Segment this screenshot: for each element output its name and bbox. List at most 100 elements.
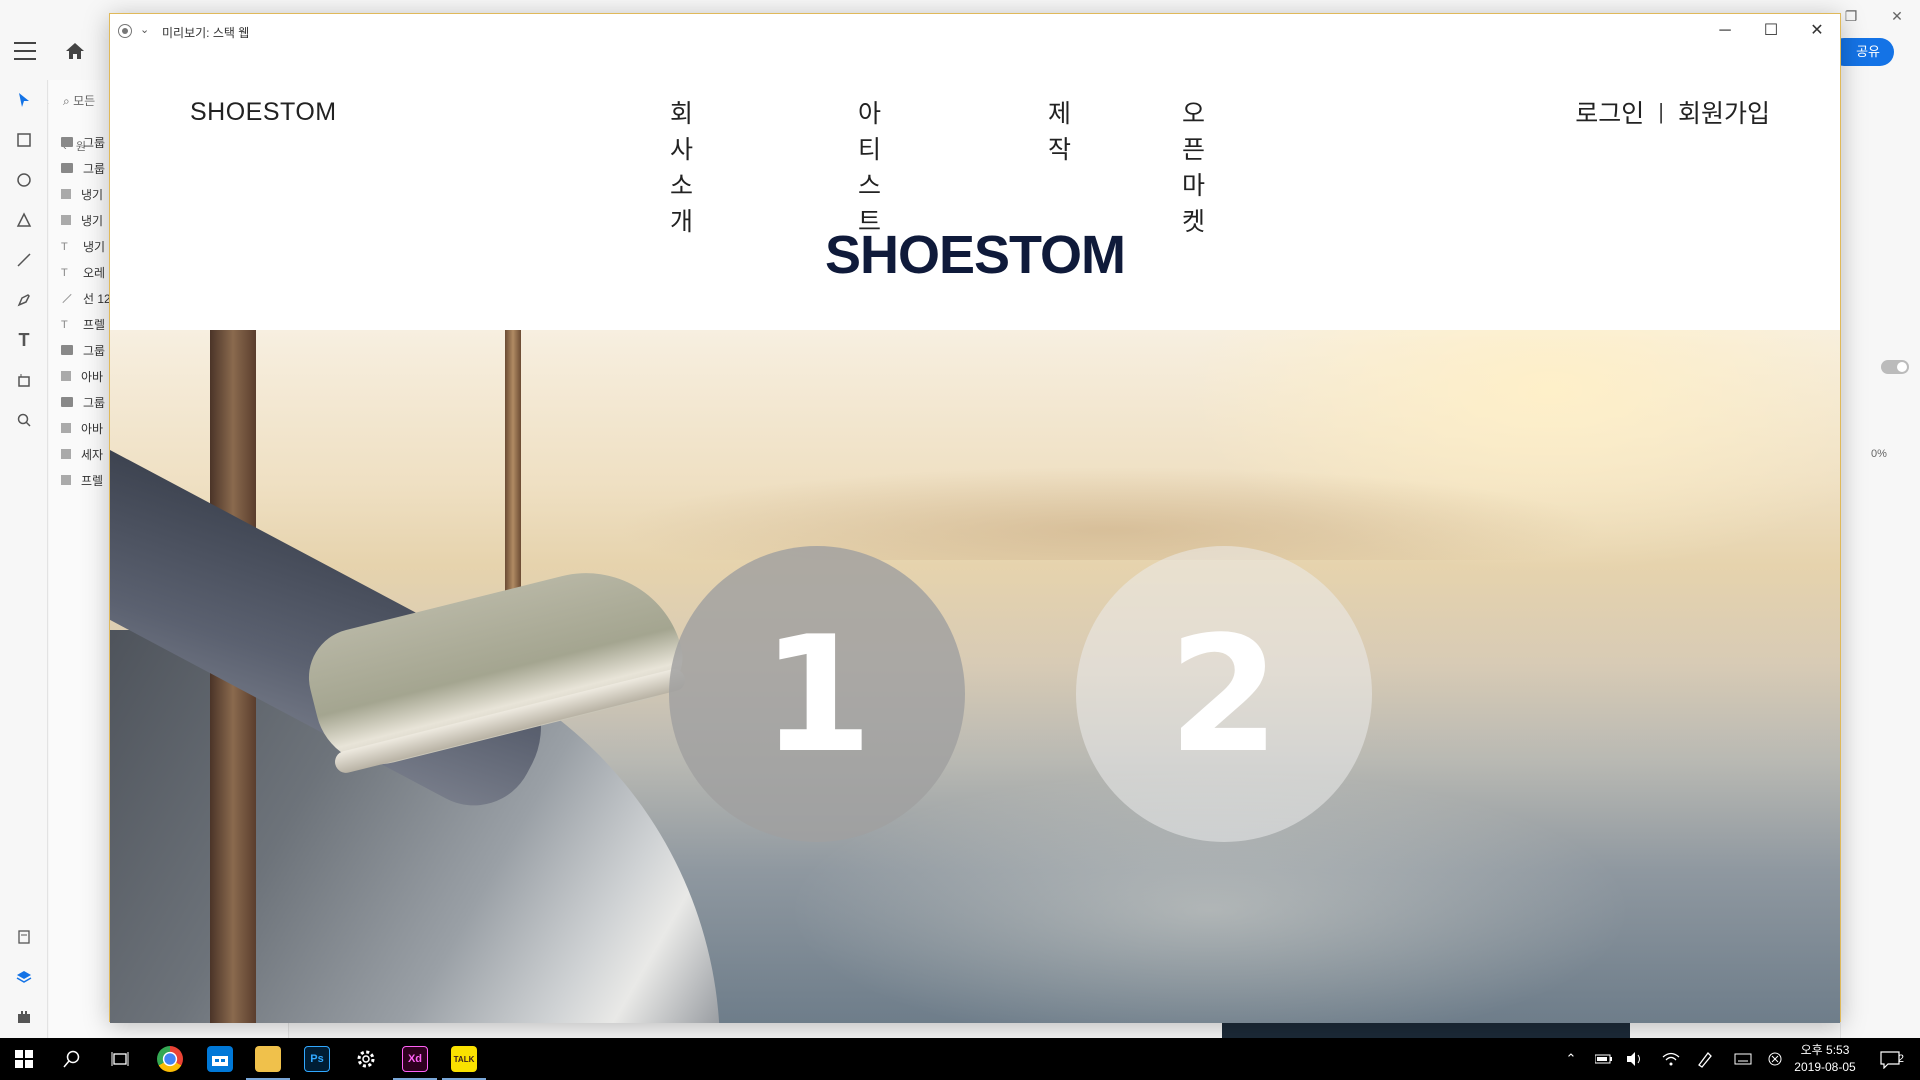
layer-item[interactable]: 프렐: [61, 470, 103, 490]
settings-icon[interactable]: [353, 1046, 379, 1072]
keyboard-icon[interactable]: [1728, 1044, 1758, 1074]
task-view-icon[interactable]: [105, 1044, 135, 1074]
battery-icon[interactable]: [1589, 1044, 1619, 1074]
rectangle-icon: [61, 215, 71, 225]
select-tool-icon[interactable]: [12, 88, 36, 112]
assets-icon[interactable]: [12, 925, 36, 949]
layer-item[interactable]: T 오레: [61, 262, 105, 282]
nav-open-market[interactable]: 오픈마켓: [1182, 94, 1205, 238]
home-icon[interactable]: [64, 40, 86, 62]
layers-search[interactable]: ⌕ 모든: [63, 92, 95, 109]
layer-item-label: 그룹: [83, 161, 106, 176]
rectangle-tool-icon[interactable]: [12, 128, 36, 152]
preview-title-bar: ⌄ 미리보기: 스택 웹 ─ ☐ ✕: [110, 14, 1840, 48]
layer-item-label: 그룹: [83, 395, 106, 410]
nav-company[interactable]: 회사소개: [670, 94, 693, 238]
layer-item-label: 그룹: [83, 343, 106, 358]
close-icon[interactable]: ✕: [1874, 0, 1920, 32]
layer-item-label: 세자: [81, 447, 104, 462]
layer-item[interactable]: 그룹: [61, 392, 105, 412]
store-icon[interactable]: [207, 1046, 233, 1072]
layer-item-label: 선 12: [83, 291, 111, 306]
line-icon: [62, 293, 72, 303]
volume-icon[interactable]: [1620, 1044, 1650, 1074]
auth-separator: |: [1658, 99, 1664, 124]
layer-item-label: 프렐: [83, 317, 106, 332]
layer-item-label: 냉기: [81, 187, 104, 202]
search-icon: ⌕: [63, 94, 74, 108]
kakaotalk-icon[interactable]: TALK: [451, 1046, 477, 1072]
layer-item[interactable]: 냉기: [61, 184, 103, 204]
auth-links: 로그인 | 회원가입: [1575, 94, 1770, 130]
slide-indicator-1[interactable]: 1: [669, 546, 965, 842]
rectangle-icon: [61, 189, 71, 199]
record-icon[interactable]: [118, 24, 132, 38]
notification-center-icon[interactable]: 2: [1876, 1046, 1904, 1072]
maximize-icon[interactable]: ☐: [1748, 14, 1794, 48]
plugins-icon[interactable]: [12, 1005, 36, 1029]
website-preview: SHOESTOM 회사소개 아티스트 제작 오픈마켓 로그인 | 회원가입 SH…: [110, 48, 1840, 1023]
hero-image: 1 2: [110, 330, 1840, 1023]
photoshop-icon[interactable]: Ps: [304, 1046, 330, 1072]
layer-item[interactable]: 그룹: [61, 132, 105, 152]
line-tool-icon[interactable]: [12, 248, 36, 272]
pen-tool-icon[interactable]: [12, 288, 36, 312]
layer-item-label: 오레: [83, 265, 106, 280]
site-logo[interactable]: SHOESTOM: [190, 98, 337, 127]
layer-item[interactable]: 냉기: [61, 210, 103, 230]
layer-item[interactable]: 아바: [61, 418, 103, 438]
signup-link[interactable]: 회원가입: [1678, 94, 1770, 130]
slide-indicator-2[interactable]: 2: [1076, 546, 1372, 842]
clock-date: 2019-08-05: [1794, 1060, 1856, 1074]
layer-item[interactable]: 세자: [61, 444, 103, 464]
text-icon: T: [61, 319, 68, 331]
text-icon: T: [61, 241, 68, 253]
file-explorer-icon[interactable]: [255, 1046, 281, 1072]
chrome-icon[interactable]: [157, 1046, 183, 1072]
brand-heading: SHOESTOM: [824, 225, 1126, 285]
toggle-switch[interactable]: [1881, 360, 1909, 374]
layer-item[interactable]: T 냉기: [61, 236, 105, 256]
layers-icon[interactable]: [12, 965, 36, 989]
layer-item-label: 냉기: [83, 239, 106, 254]
folder-icon: [61, 397, 73, 407]
adobe-xd-icon[interactable]: Xd: [402, 1046, 428, 1072]
rectangle-icon: [61, 475, 71, 485]
clock-time: 오후 5:53: [1800, 1043, 1850, 1057]
hamburger-menu-icon[interactable]: [14, 42, 36, 60]
polygon-tool-icon[interactable]: [12, 208, 36, 232]
preview-window: ⌄ 미리보기: 스택 웹 ─ ☐ ✕ SHOESTOM 회사소개 아티스트 제작…: [109, 13, 1841, 1023]
property-inspector: 0%: [1840, 80, 1920, 1038]
layer-item-label: 아바: [81, 369, 104, 384]
taskbar-clock[interactable]: 오후 5:53 2019-08-05: [1780, 1042, 1870, 1076]
minimize-icon[interactable]: ─: [1702, 14, 1748, 48]
close-icon[interactable]: ✕: [1794, 14, 1840, 48]
opacity-value[interactable]: 0%: [1871, 448, 1887, 460]
chevron-down-icon[interactable]: ⌄: [140, 23, 149, 36]
preview-window-controls: ─ ☐ ✕: [1702, 14, 1840, 48]
login-link[interactable]: 로그인: [1575, 94, 1644, 130]
nav-production[interactable]: 제작: [1048, 94, 1071, 166]
folder-icon: [61, 163, 73, 173]
folder-icon: [61, 345, 73, 355]
layer-item[interactable]: 아바: [61, 366, 103, 386]
layer-item[interactable]: 그룹: [61, 340, 105, 360]
folder-icon: [61, 137, 73, 147]
notification-count: 2: [1897, 1053, 1904, 1065]
hero-mast: [505, 330, 521, 630]
ellipse-tool-icon[interactable]: [12, 168, 36, 192]
windows-start-icon[interactable]: [9, 1044, 39, 1074]
layer-item[interactable]: 그룹: [61, 158, 105, 178]
layer-item-label: 그룹: [83, 135, 106, 150]
zoom-tool-icon[interactable]: [12, 408, 36, 432]
pen-input-icon[interactable]: [1690, 1044, 1720, 1074]
wifi-icon[interactable]: [1656, 1044, 1686, 1074]
artboard-tool-icon[interactable]: [12, 368, 36, 392]
layer-item[interactable]: 선 12: [61, 288, 111, 308]
search-icon[interactable]: [57, 1044, 87, 1074]
chevron-up-icon[interactable]: ⌃: [1556, 1044, 1586, 1074]
rectangle-icon: [61, 449, 71, 459]
layer-item[interactable]: T 프렐: [61, 314, 105, 334]
text-tool-icon[interactable]: T: [12, 328, 36, 352]
nav-artist[interactable]: 아티스트: [858, 94, 881, 238]
